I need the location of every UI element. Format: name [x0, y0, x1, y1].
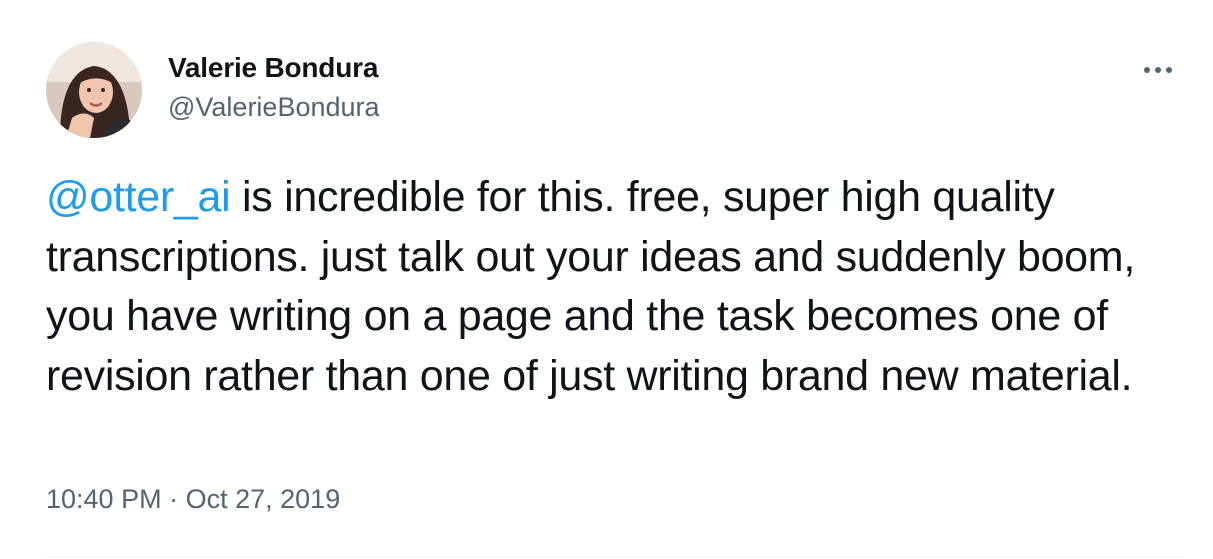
tweet-card: Valerie Bondura @ValerieBondura @otter_a…	[0, 0, 1213, 559]
avatar[interactable]	[46, 42, 142, 138]
tweet-text: @otter_ai is incredible for this. free, …	[46, 168, 1186, 406]
user-display-name[interactable]: Valerie Bondura	[168, 52, 378, 84]
timestamp-separator: ·	[169, 484, 179, 514]
more-horizontal-icon	[1144, 67, 1172, 73]
tweet-date[interactable]: Oct 27, 2019	[186, 484, 341, 514]
avatar-image	[46, 42, 142, 138]
user-handle[interactable]: @ValerieBondura	[168, 92, 380, 123]
more-options-button[interactable]	[1136, 58, 1180, 82]
tweet-time[interactable]: 10:40 PM	[46, 484, 162, 514]
tweet-timestamp: 10:40 PM · Oct 27, 2019	[46, 484, 340, 515]
divider	[46, 556, 1185, 557]
mention-link[interactable]: @otter_ai	[46, 173, 231, 221]
